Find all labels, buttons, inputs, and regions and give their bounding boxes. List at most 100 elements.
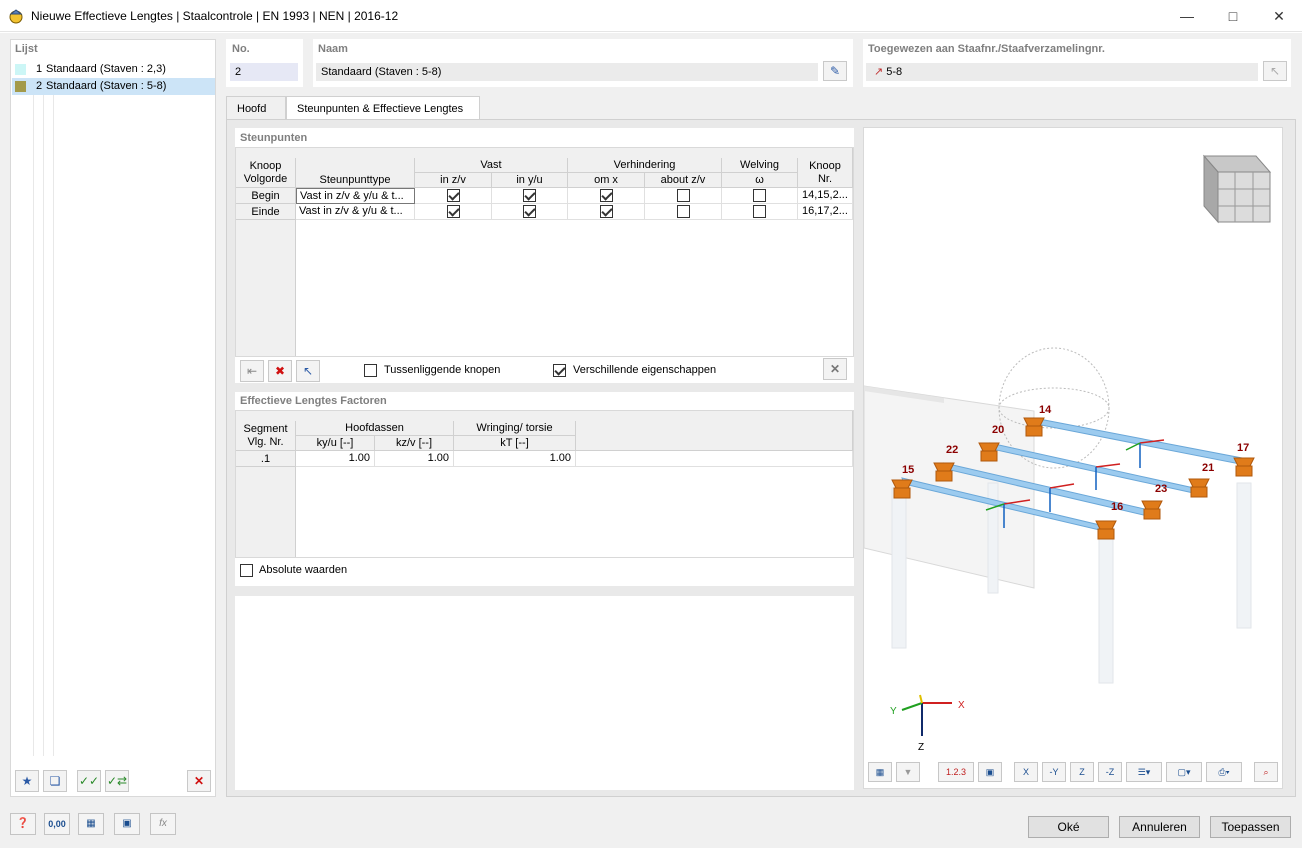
cancel-button[interactable]: Annuleren	[1119, 816, 1200, 838]
node-label: 20	[992, 424, 1004, 436]
model-3d-view[interactable]: 14 20 22 15 17 21 23 16 X Y Z ▦ ▼ 1.2.3 …	[863, 127, 1283, 789]
steunpunttype-cell[interactable]: Vast in z/v & y/u & t...	[296, 204, 415, 220]
naam-label: Naam	[318, 43, 348, 55]
units-button[interactable]: ▦	[78, 813, 104, 835]
check-toggle-button[interactable]: ✓⇄	[105, 770, 129, 792]
decimal-places-button[interactable]: 0,00	[44, 813, 70, 835]
close-window-button[interactable]: ✕	[1256, 0, 1302, 32]
new-item-button[interactable]: ★	[15, 770, 39, 792]
display-button[interactable]: ▣	[114, 813, 140, 835]
naam-field[interactable]: Standaard (Staven : 5-8)	[316, 63, 818, 81]
global-axes-icon: X Y Z	[890, 694, 965, 753]
lijst-item-2[interactable]: 2 Standaard (Staven : 5-8)	[12, 78, 215, 95]
steunpunttype-cell[interactable]: Vast in z/v & y/u & t...	[296, 188, 415, 204]
view-neg-y-button[interactable]: -Y	[1042, 762, 1066, 782]
lijst-item-label: Standaard (Staven : 5-8)	[46, 80, 167, 92]
lijst-item-number: 2	[36, 80, 43, 92]
clear-button[interactable]: ✕	[823, 358, 847, 380]
toegewezen-panel: Toegewezen aan Staafnr./Staafverzameling…	[863, 39, 1291, 87]
help-icon[interactable]: ❓	[10, 813, 36, 835]
row-begin-label: Begin	[236, 188, 296, 204]
lijst-toolbar: ★ ❏ ✓✓ ✓⇄ ✕	[15, 770, 211, 792]
info-area	[235, 596, 854, 790]
efflengtes-title: Effectieve Lengtes Factoren	[240, 395, 387, 407]
node-label: 21	[1202, 462, 1214, 474]
minimize-button[interactable]: —	[1164, 0, 1210, 32]
maximize-button[interactable]: □	[1210, 0, 1256, 32]
check-all-button[interactable]: ✓✓	[77, 770, 101, 792]
om-x-checkbox[interactable]	[600, 189, 613, 202]
select-pointer-button[interactable]: ↖	[296, 360, 320, 382]
header-in-zv: in z/v	[415, 173, 492, 188]
kt-cell[interactable]: 1.00	[454, 451, 576, 467]
numbering-button[interactable]: 1.2.3	[938, 762, 974, 782]
toegewezen-field[interactable]: ↗ 5-8	[866, 63, 1258, 81]
edit-name-button[interactable]: ✎	[823, 61, 847, 81]
absolute-checkbox[interactable]	[240, 564, 253, 577]
lijst-item-color	[15, 64, 26, 75]
header-om-x: om x	[568, 173, 645, 188]
delete-row-button[interactable]: ✖	[268, 360, 292, 382]
view-z-button[interactable]: Z	[1070, 762, 1094, 782]
knoop-nr-cell[interactable]: 16,17,2...	[798, 204, 853, 220]
node-label: 17	[1237, 442, 1249, 454]
copy-item-button[interactable]: ❏	[43, 770, 67, 792]
view-neg-z-button[interactable]: -Z	[1098, 762, 1122, 782]
no-label: No.	[232, 43, 250, 55]
header-kyu: ky/u [--]	[296, 436, 375, 451]
apply-button[interactable]: Toepassen	[1210, 816, 1291, 838]
node-label: 23	[1155, 483, 1167, 495]
axis-z-label: Z	[918, 742, 924, 753]
about-zv-checkbox[interactable]	[677, 189, 690, 202]
view-toolbar: ▦ ▼ 1.2.3 ▣ X -Y Z -Z ☰▾ ▢▾ ⎙▾ ⌕	[868, 762, 1280, 784]
efflengtes-table: Segment Vlg. Nr. Hoofdassen ky/u [--] kz…	[235, 410, 854, 558]
header-in-yu: in y/u	[492, 173, 568, 188]
knoop-nr-cell[interactable]: 14,15,2...	[798, 188, 853, 204]
header-about-zv: about z/v	[645, 173, 722, 188]
print-button[interactable]: ⎙▾	[1206, 762, 1242, 782]
vast-zv-checkbox[interactable]	[447, 189, 460, 202]
header-kt: kT [--]	[454, 436, 576, 451]
header-kzv: kz/v [--]	[375, 436, 454, 451]
tab-steunpunten[interactable]: Steunpunten & Effectieve Lengtes	[286, 96, 480, 120]
kyu-cell[interactable]: 1.00	[296, 451, 375, 467]
lijst-item-label: Standaard (Staven : 2,3)	[46, 63, 166, 75]
select-members-button[interactable]: ↖	[1263, 61, 1287, 81]
naam-panel: Naam Standaard (Staven : 5-8) ✎	[313, 39, 853, 87]
ok-button[interactable]: Oké	[1028, 816, 1109, 838]
header-vast: Vast	[415, 158, 568, 173]
member-icon: ↗	[874, 66, 884, 78]
pick-node-button[interactable]: ⇤	[240, 360, 264, 382]
kzv-cell[interactable]: 1.00	[375, 451, 454, 467]
display-settings-button[interactable]: ▼	[896, 762, 920, 782]
node-label: 15	[902, 464, 914, 476]
vast-yu-checkbox[interactable]	[523, 189, 536, 202]
om-x-checkbox[interactable]	[600, 205, 613, 218]
header-knoop-volgorde: Knoop Volgorde	[236, 158, 296, 188]
lijst-panel: Lijst 1 Standaard (Staven : 2,3) 2 Stand…	[10, 39, 216, 797]
tussenliggende-checkbox[interactable]	[364, 364, 377, 377]
header-knoop-nr: Knoop Nr.	[798, 158, 853, 188]
verschillende-checkbox[interactable]	[553, 364, 566, 377]
zoom-reset-button[interactable]: ⌕	[1254, 762, 1278, 782]
vast-zv-checkbox[interactable]	[447, 205, 460, 218]
about-zv-checkbox[interactable]	[677, 205, 690, 218]
absolute-label: Absolute waarden	[259, 564, 348, 576]
render-button[interactable]: ▢▾	[1166, 762, 1202, 782]
welving-checkbox[interactable]	[753, 205, 766, 218]
header-welving: Welving	[722, 158, 798, 173]
layers-button[interactable]: ☰▾	[1126, 762, 1162, 782]
welving-checkbox[interactable]	[753, 189, 766, 202]
no-field[interactable]: 2	[230, 63, 298, 81]
delete-item-button[interactable]: ✕	[187, 770, 211, 792]
view-cube-icon[interactable]	[1202, 154, 1272, 224]
formula-button[interactable]: fx	[150, 813, 176, 835]
lijst-item-1[interactable]: 1 Standaard (Staven : 2,3)	[12, 61, 215, 78]
vast-yu-checkbox[interactable]	[523, 205, 536, 218]
view-mode-button[interactable]: ▦	[868, 762, 892, 782]
tab-hoofd[interactable]: Hoofd	[226, 96, 286, 120]
show-results-button[interactable]: ▣	[978, 762, 1002, 782]
efflengtes-panel: Effectieve Lengtes Factoren Segment Vlg.…	[235, 392, 854, 586]
dialog-client-area: Lijst 1 Standaard (Staven : 2,3) 2 Stand…	[0, 33, 1302, 848]
view-x-button[interactable]: X	[1014, 762, 1038, 782]
